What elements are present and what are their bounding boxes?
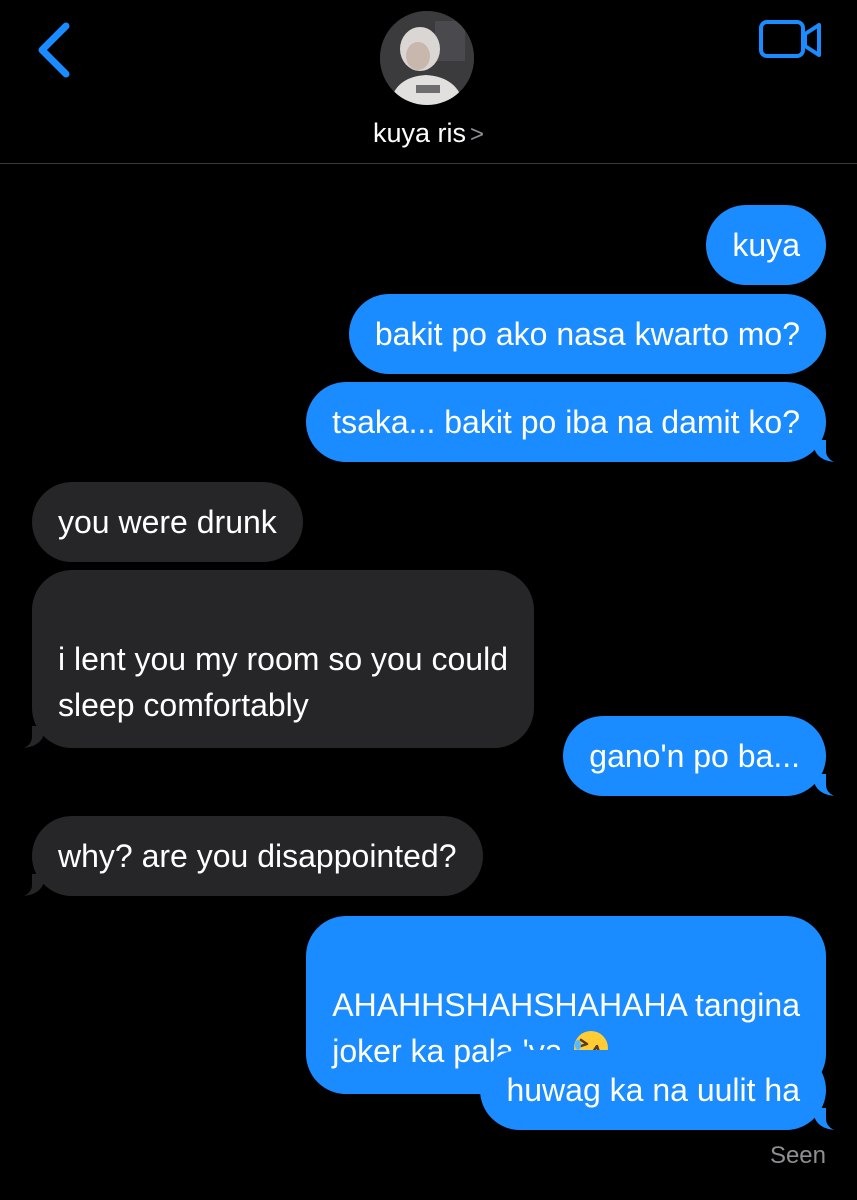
message-outgoing[interactable]: bakit po ako nasa kwarto mo? [348, 294, 826, 374]
chevron-left-icon[interactable] [30, 20, 80, 80]
message-outgoing[interactable]: gano'n po ba... [563, 716, 848, 797]
chevron-right-icon: > [470, 121, 485, 148]
message-outgoing[interactable]: tsaka... bakit po iba na damit ko? [306, 382, 848, 463]
message-text: gano'n po ba... [589, 738, 800, 774]
conversation-header: kuya ris > [0, 0, 857, 164]
read-receipt: Seen [769, 1142, 826, 1169]
message-incoming[interactable]: i lent you my room so you could sleep co… [10, 570, 534, 749]
contact-name: kuya ris [372, 118, 466, 148]
message-text: why? are you disappointed? [58, 838, 457, 874]
message-text: bakit po ako nasa kwarto mo? [374, 316, 800, 352]
avatar[interactable] [380, 11, 474, 105]
message-text: i lent you my room so you could sleep co… [58, 641, 508, 723]
message-outgoing[interactable]: huwag ka na uulit ha [480, 1050, 848, 1131]
message-text: you were drunk [58, 504, 277, 540]
video-camera-icon[interactable] [758, 18, 824, 62]
message-text: tsaka... bakit po iba na damit ko? [332, 404, 800, 440]
message-outgoing[interactable]: kuya [706, 205, 826, 285]
avatar-photo [380, 11, 474, 105]
message-text: kuya [732, 227, 800, 263]
message-incoming[interactable]: you were drunk [32, 482, 303, 562]
contact-name-button[interactable]: kuya ris > [0, 118, 857, 149]
message-text: huwag ka na uulit ha [506, 1072, 800, 1108]
message-incoming[interactable]: why? are you disappointed? [10, 816, 483, 897]
